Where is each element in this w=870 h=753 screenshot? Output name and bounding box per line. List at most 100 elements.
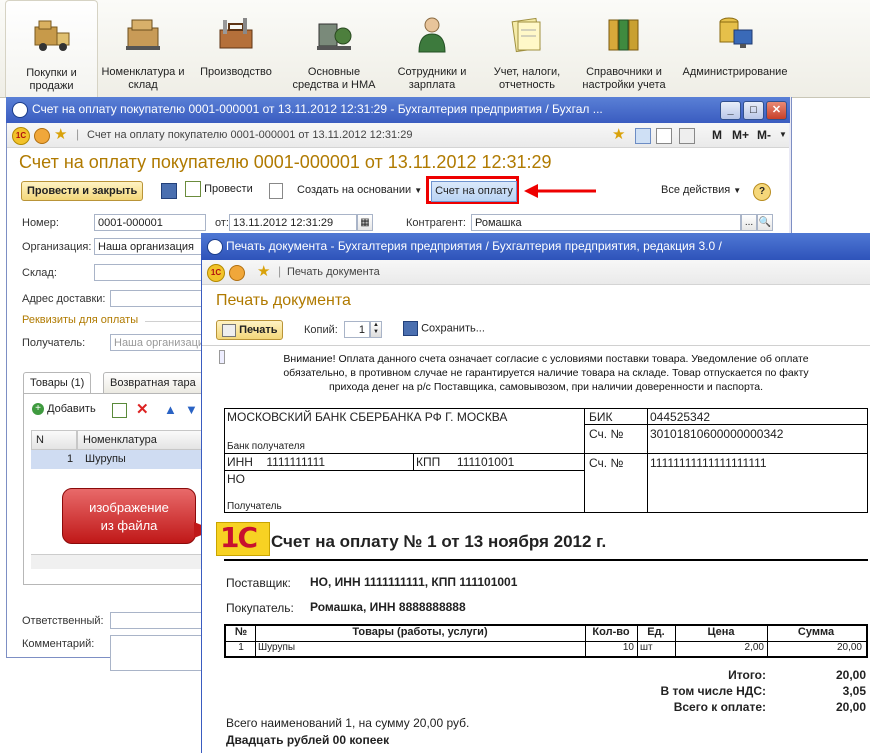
memory-minus-button[interactable]: M- bbox=[757, 128, 771, 142]
responsible-field[interactable] bbox=[110, 612, 204, 629]
machine-icon bbox=[313, 14, 355, 54]
section-directories[interactable]: Справочники и настройки учета bbox=[578, 0, 670, 96]
calculator-icon[interactable] bbox=[679, 128, 695, 144]
create-based-on-menu[interactable]: Создать на основании ▼ bbox=[297, 184, 422, 196]
grid-scrollbar[interactable] bbox=[31, 554, 203, 569]
grid-col-item[interactable]: Номенклатура bbox=[77, 430, 203, 450]
memory-button[interactable]: M bbox=[712, 128, 722, 142]
separator: | bbox=[76, 127, 80, 141]
supplier-label: Поставщик: bbox=[226, 576, 291, 590]
col-sep bbox=[767, 626, 768, 656]
contractor-field[interactable]: Ромашка bbox=[471, 214, 741, 231]
grid-col-n[interactable]: N bbox=[31, 430, 77, 450]
move-down-icon[interactable]: ▼ bbox=[185, 402, 198, 417]
col-sep bbox=[675, 626, 676, 656]
tab-returnable-packaging[interactable]: Возвратная тара bbox=[103, 372, 203, 393]
red-arrow bbox=[524, 183, 598, 199]
section-administration[interactable]: Администрирование bbox=[678, 0, 792, 96]
delivery-address-field[interactable] bbox=[110, 290, 204, 307]
notice-text: Внимание! Оплата данного счета означает … bbox=[283, 353, 809, 393]
copy-icon[interactable] bbox=[112, 403, 127, 418]
number-field[interactable]: 0001-000001 bbox=[94, 214, 206, 231]
invoice-header: Счет на оплату покупателю 0001-000001 от… bbox=[19, 152, 552, 172]
ie-icon bbox=[12, 102, 28, 118]
invoice-print-button[interactable]: Счет на оплату bbox=[431, 181, 517, 202]
corr-value-cell: 30101810600000000342 bbox=[647, 424, 868, 454]
document-title: Счет на оплату № 1 от 13 ноября 2012 г. bbox=[271, 532, 607, 551]
print-button[interactable]: Печать bbox=[216, 320, 284, 341]
organization-field[interactable]: Наша организация bbox=[94, 238, 204, 255]
divider bbox=[145, 321, 205, 322]
col-sep bbox=[637, 626, 638, 656]
close-button[interactable]: ✕ bbox=[766, 101, 787, 120]
minimize-button[interactable]: _ bbox=[720, 101, 741, 120]
section-accounting-taxes[interactable]: Учет, налоги, отчетность bbox=[484, 0, 570, 96]
title-rule bbox=[224, 559, 868, 561]
save-document-button[interactable]: Сохранить... bbox=[403, 321, 485, 336]
printer-icon bbox=[222, 323, 236, 337]
vat-label: В том числе НДС: bbox=[660, 684, 766, 698]
post-icon bbox=[185, 181, 201, 197]
truck-icon bbox=[31, 15, 73, 55]
grand-total-value: 20,00 bbox=[835, 700, 866, 714]
post-button[interactable]: Провести bbox=[185, 181, 253, 201]
favorite-star-icon-right[interactable]: ★ bbox=[612, 127, 625, 142]
admin-icon bbox=[714, 14, 756, 54]
supplier-value: НО, ИНН 1111111111, КПП 111101001 bbox=[310, 575, 518, 589]
section-fixed-assets[interactable]: Основные средства и НМА bbox=[288, 0, 380, 96]
document-icon[interactable] bbox=[269, 183, 283, 199]
section-nomenclature[interactable]: Номенклатура и склад bbox=[101, 0, 185, 96]
1c-logo-icon[interactable]: 1С bbox=[12, 127, 30, 145]
print-divider bbox=[202, 345, 870, 346]
all-actions-menu[interactable]: Все действия ▼ bbox=[661, 184, 741, 196]
add-button[interactable]: + Добавить bbox=[32, 403, 96, 416]
copies-field[interactable]: 1 bbox=[344, 321, 370, 338]
summary-text: Всего наименований 1, на сумму 20,00 руб… bbox=[226, 716, 470, 730]
move-up-icon[interactable]: ▲ bbox=[164, 402, 177, 417]
search-icon[interactable]: 🔍 bbox=[757, 214, 773, 231]
plus-icon: + bbox=[32, 403, 44, 416]
buyer-label: Покупатель: bbox=[226, 601, 294, 615]
kpp-cell: КПП 111101001 bbox=[413, 453, 585, 471]
warehouse-field[interactable] bbox=[94, 264, 204, 281]
link-icon[interactable] bbox=[635, 128, 651, 144]
tab-goods[interactable]: Товары (1) bbox=[23, 372, 92, 393]
menu-dropdown-icon-2[interactable] bbox=[229, 265, 245, 281]
recipient-field[interactable]: Наша организаци bbox=[110, 334, 204, 351]
dropdown-arrow-icon: ▼ bbox=[414, 186, 423, 195]
binders-icon bbox=[603, 14, 645, 54]
col-sep bbox=[255, 626, 256, 656]
invoice-window-titlebar[interactable]: Счет на оплату покупателю 0001-000001 от… bbox=[6, 97, 790, 123]
invoice-nav-bar: 1С ★ | Счет на оплату покупателю 0001-00… bbox=[7, 123, 789, 148]
menu-dropdown-icon[interactable] bbox=[34, 128, 50, 144]
maximize-button[interactable]: □ bbox=[743, 101, 764, 120]
favorite-star-icon[interactable]: ★ bbox=[54, 127, 67, 142]
delete-icon[interactable]: ✕ bbox=[136, 400, 149, 418]
help-button[interactable]: ? bbox=[753, 183, 771, 201]
favorite-star-icon-2[interactable]: ★ bbox=[257, 264, 270, 279]
print-window-titlebar[interactable]: Печать документа - Бухгалтерия предприят… bbox=[201, 233, 870, 260]
save-icon[interactable] bbox=[161, 183, 177, 199]
chevron-down-icon[interactable]: ▼ bbox=[779, 130, 787, 139]
1c-logo-icon-2[interactable]: 1С bbox=[207, 264, 225, 282]
amount-in-words: Двадцать рублей 00 копеек bbox=[226, 733, 390, 747]
copies-spinner[interactable]: ▲ ▼ bbox=[370, 321, 382, 338]
date-field[interactable]: 13.11.2012 12:31:29 bbox=[229, 214, 357, 231]
col-sep bbox=[585, 626, 586, 656]
payment-requisites-link[interactable]: Реквизиты для оплаты bbox=[22, 314, 138, 326]
select-button[interactable]: ... bbox=[741, 214, 757, 231]
table-row[interactable]: 1 Шурупы bbox=[31, 450, 203, 469]
section-production[interactable]: Производство bbox=[195, 0, 277, 96]
comment-field[interactable] bbox=[110, 635, 204, 671]
memory-plus-button[interactable]: M+ bbox=[732, 128, 749, 142]
print-preview-icon[interactable] bbox=[656, 128, 672, 144]
calendar-icon[interactable]: ▦ bbox=[357, 214, 373, 231]
post-and-close-button[interactable]: Провести и закрыть bbox=[21, 181, 144, 201]
floppy-icon bbox=[403, 321, 418, 336]
recipient-cell: НО Получатель bbox=[224, 470, 585, 513]
bank-cell: МОСКОВСКИЙ БАНК СБЕРБАНКА РФ Г. МОСКВА Б… bbox=[224, 408, 585, 454]
section-purchases-sales[interactable]: Покупки и продажи bbox=[5, 0, 98, 97]
employee-icon bbox=[411, 14, 453, 54]
section-employees[interactable]: Сотрудники и зарплата bbox=[392, 0, 472, 96]
bik-value-cell: 044525342 bbox=[647, 408, 868, 425]
